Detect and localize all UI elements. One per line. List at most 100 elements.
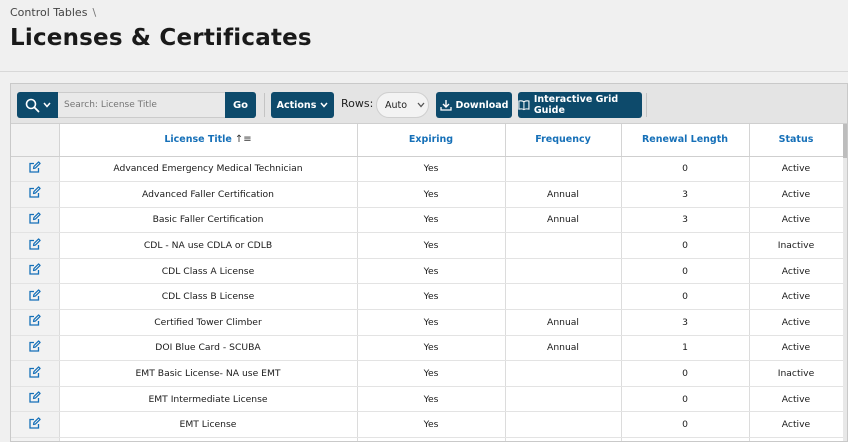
cell-frequency[interactable]: Annual [505,181,622,208]
cell-renewal-length[interactable]: 3 [621,309,750,336]
go-button[interactable]: Go [225,92,256,118]
cell-status[interactable]: Active [749,258,844,285]
cell-frequency[interactable]: Annual [505,335,622,362]
edit-row-button[interactable] [11,335,60,362]
cell-frequency[interactable]: Annual [505,207,622,234]
table-row[interactable]: EMT Basic License- NA use EMT Yes 0 Inactiv… [11,360,844,387]
table-row[interactable]: CDL Class B License Yes 0 Active [11,283,844,311]
cell-status[interactable]: Inactive [749,232,844,259]
cell-renewal-length[interactable]: 0 [621,360,750,387]
table-row[interactable]: CDL Class A License Yes 0 Active [11,258,844,285]
cell-frequency[interactable] [505,258,622,285]
table-row[interactable]: EMT License Yes 0 Active [11,411,844,439]
cell-renewal-length[interactable]: 0 [621,411,750,439]
edit-row-button[interactable] [11,156,60,183]
cell-frequency[interactable] [505,156,622,183]
edit-row-button[interactable] [11,411,60,439]
cell-frequency[interactable] [505,411,622,439]
cell-renewal-length[interactable]: 0 [621,283,750,311]
cell-expiring[interactable]: Yes [357,181,506,208]
cell-expiring[interactable]: Yes [357,258,506,285]
cell-renewal-length[interactable]: 0 [621,386,750,413]
table-row[interactable] [11,437,844,441]
edit-row-button[interactable] [11,360,60,387]
cell-license-title[interactable]: DOI Blue Card - SCUBA [59,335,358,362]
cell-license-title[interactable]: EMT Intermediate License [59,386,358,413]
edit-row-button[interactable] [11,207,60,234]
cell-renewal-length[interactable]: 0 [621,258,750,285]
cell-license-title[interactable]: CDL Class B License [59,283,358,311]
cell-license-title[interactable] [59,437,358,441]
rows-per-page-select[interactable]: Auto [376,92,429,118]
cell-license-title[interactable]: Advanced Emergency Medical Technician [59,156,358,183]
cell-status[interactable]: Active [749,181,844,208]
cell-frequency[interactable] [505,283,622,311]
actions-menu-button[interactable]: Actions [271,92,334,118]
cell-status[interactable] [749,437,844,441]
vertical-scrollbar[interactable] [843,124,847,441]
cell-frequency[interactable] [505,360,622,387]
cell-renewal-length[interactable]: 0 [621,232,750,259]
cell-frequency[interactable] [505,232,622,259]
cell-renewal-length[interactable]: 3 [621,207,750,234]
cell-license-title[interactable]: Certified Tower Climber [59,309,358,336]
cell-license-title[interactable]: CDL - NA use CDLA or CDLB [59,232,358,259]
cell-status[interactable]: Active [749,335,844,362]
column-header-expiring[interactable]: Expiring [357,124,506,157]
edit-row-button[interactable] [11,437,60,441]
breadcrumb-link[interactable]: Control Tables [10,6,87,19]
cell-license-title[interactable]: Basic Faller Certification [59,207,358,234]
cell-expiring[interactable]: Yes [357,207,506,234]
cell-status[interactable]: Active [749,411,844,439]
table-row[interactable]: Advanced Faller Certification Yes Annual 3 A… [11,181,844,208]
edit-row-button[interactable] [11,283,60,311]
cell-status[interactable]: Active [749,207,844,234]
cell-status[interactable]: Active [749,156,844,183]
cell-frequency[interactable]: Annual [505,309,622,336]
scrollbar-thumb[interactable] [843,124,847,158]
search-input[interactable] [58,92,225,118]
cell-status[interactable]: Active [749,283,844,311]
cell-license-title[interactable]: EMT License [59,411,358,439]
table-row[interactable]: DOI Blue Card - SCUBA Yes Annual 1 Active [11,335,844,362]
cell-renewal-length[interactable]: 1 [621,335,750,362]
edit-row-button[interactable] [11,386,60,413]
cell-renewal-length[interactable]: 3 [621,181,750,208]
cell-license-title[interactable]: Advanced Faller Certification [59,181,358,208]
cell-expiring[interactable]: Yes [357,232,506,259]
cell-renewal-length[interactable] [621,437,750,441]
column-header-renewal-length[interactable]: Renewal Length [621,124,750,157]
cell-expiring[interactable]: Yes [357,283,506,311]
edit-row-button[interactable] [11,309,60,336]
edit-row-button[interactable] [11,258,60,285]
cell-license-title[interactable]: EMT Basic License- NA use EMT [59,360,358,387]
table-row[interactable]: Basic Faller Certification Yes Annual 3 Acti… [11,207,844,234]
cell-renewal-length[interactable]: 0 [621,156,750,183]
cell-expiring[interactable]: Yes [357,156,506,183]
table-row[interactable]: EMT Intermediate License Yes 0 Active [11,386,844,413]
cell-license-title[interactable]: CDL Class A License [59,258,358,285]
cell-status[interactable]: Inactive [749,360,844,387]
table-row[interactable]: CDL - NA use CDLA or CDLB Yes 0 Inactive [11,232,844,259]
edit-row-button[interactable] [11,232,60,259]
cell-expiring[interactable]: Yes [357,335,506,362]
column-header-status[interactable]: Status [749,124,844,157]
cell-frequency[interactable] [505,437,622,441]
column-header-license-title[interactable]: License Title ↑≡ [59,124,358,157]
cell-expiring[interactable] [357,437,506,441]
cell-expiring[interactable]: Yes [357,411,506,439]
edit-row-button[interactable] [11,181,60,208]
interactive-grid-guide-button[interactable]: Interactive Grid Guide [518,92,642,118]
column-header-frequency[interactable]: Frequency [505,124,622,157]
table-row[interactable]: Advanced Emergency Medical Technician Yes… [11,156,844,183]
download-button[interactable]: Download [436,92,512,118]
cell-expiring[interactable]: Yes [357,309,506,336]
cell-status[interactable]: Active [749,386,844,413]
table-row[interactable]: Certified Tower Climber Yes Annual 3 Active [11,309,844,336]
search-column-button[interactable] [17,92,58,118]
cell-frequency[interactable] [505,386,622,413]
cell-expiring[interactable]: Yes [357,360,506,387]
table-header-row: License Title ↑≡ Expiring Frequency Renew… [11,124,844,157]
cell-status[interactable]: Active [749,309,844,336]
cell-expiring[interactable]: Yes [357,386,506,413]
